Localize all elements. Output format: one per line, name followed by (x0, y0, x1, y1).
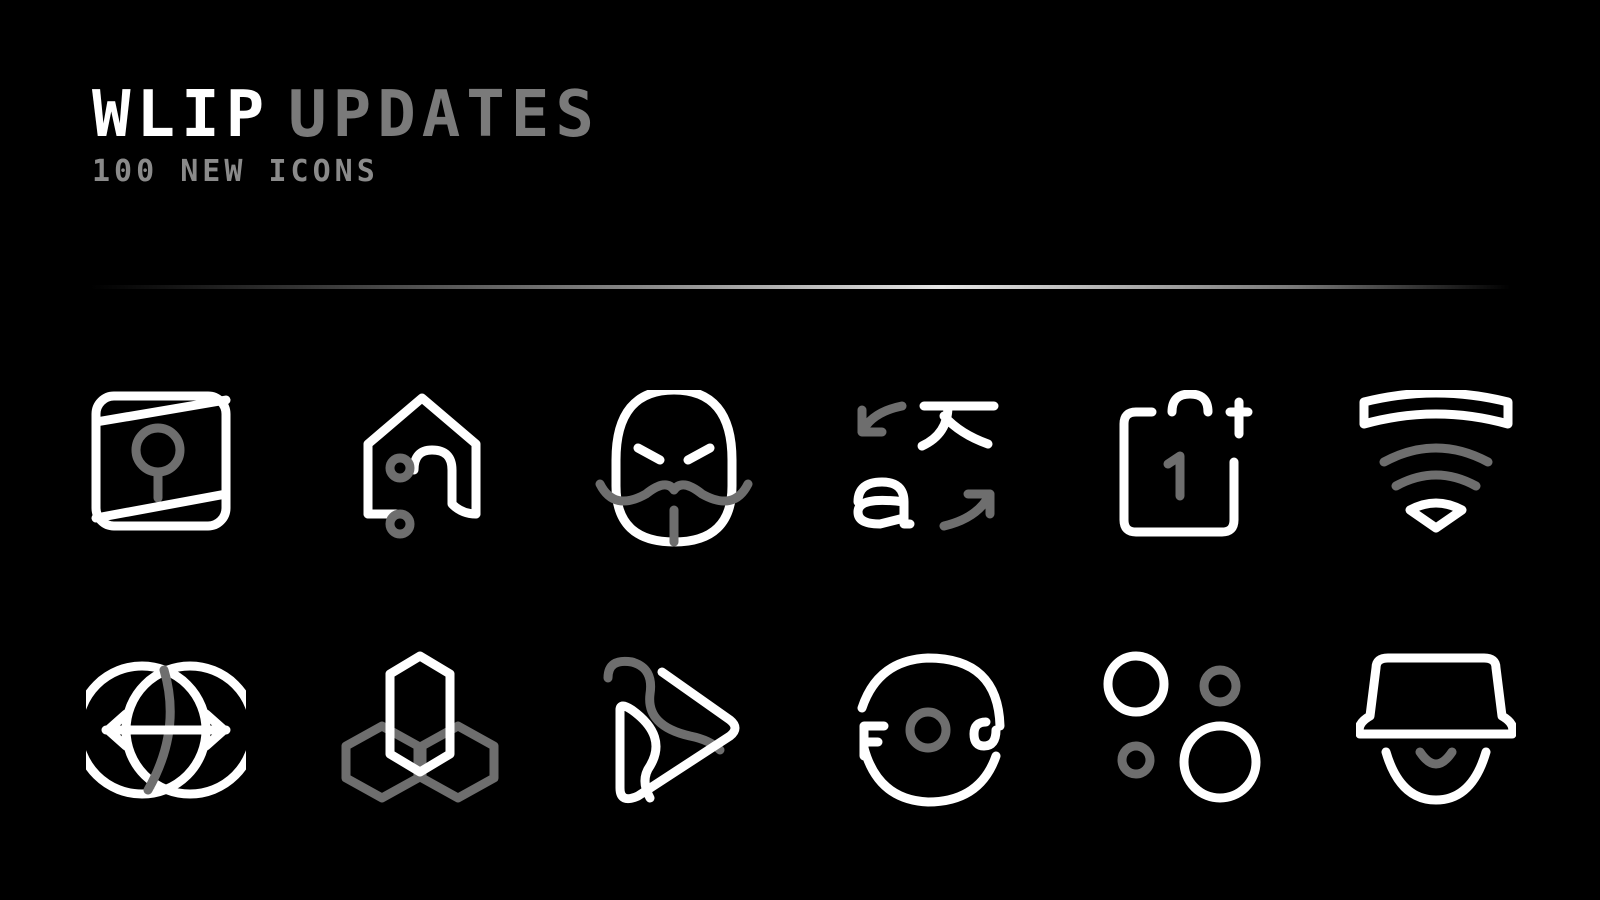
wifi-icon (1356, 390, 1516, 550)
face-circle-icon (848, 650, 1008, 810)
transfer-globe-icon (86, 650, 246, 810)
calendar-add-icon (1102, 390, 1262, 550)
play-ribbon-icon (594, 650, 754, 810)
translate-icon (848, 390, 1008, 550)
page-subtitle: 100 NEW ICONS (92, 154, 379, 189)
gallery-tree-icon (86, 390, 246, 550)
icon-grid (86, 390, 1516, 810)
hexagon-stack-icon (340, 650, 500, 810)
page-title: WLIP UPDATES (92, 80, 600, 150)
mustache-face-icon (594, 390, 754, 550)
spy-hat-icon (1356, 650, 1516, 810)
title-secondary: UPDATES (288, 78, 600, 152)
brand-logo-icon (1410, 88, 1510, 198)
title-primary: WLIP (92, 78, 271, 152)
header: WLIP UPDATES 100 NEW ICONS (92, 80, 600, 189)
divider (90, 285, 1510, 289)
home-route-icon (340, 390, 500, 550)
bubbles-icon (1102, 650, 1262, 810)
